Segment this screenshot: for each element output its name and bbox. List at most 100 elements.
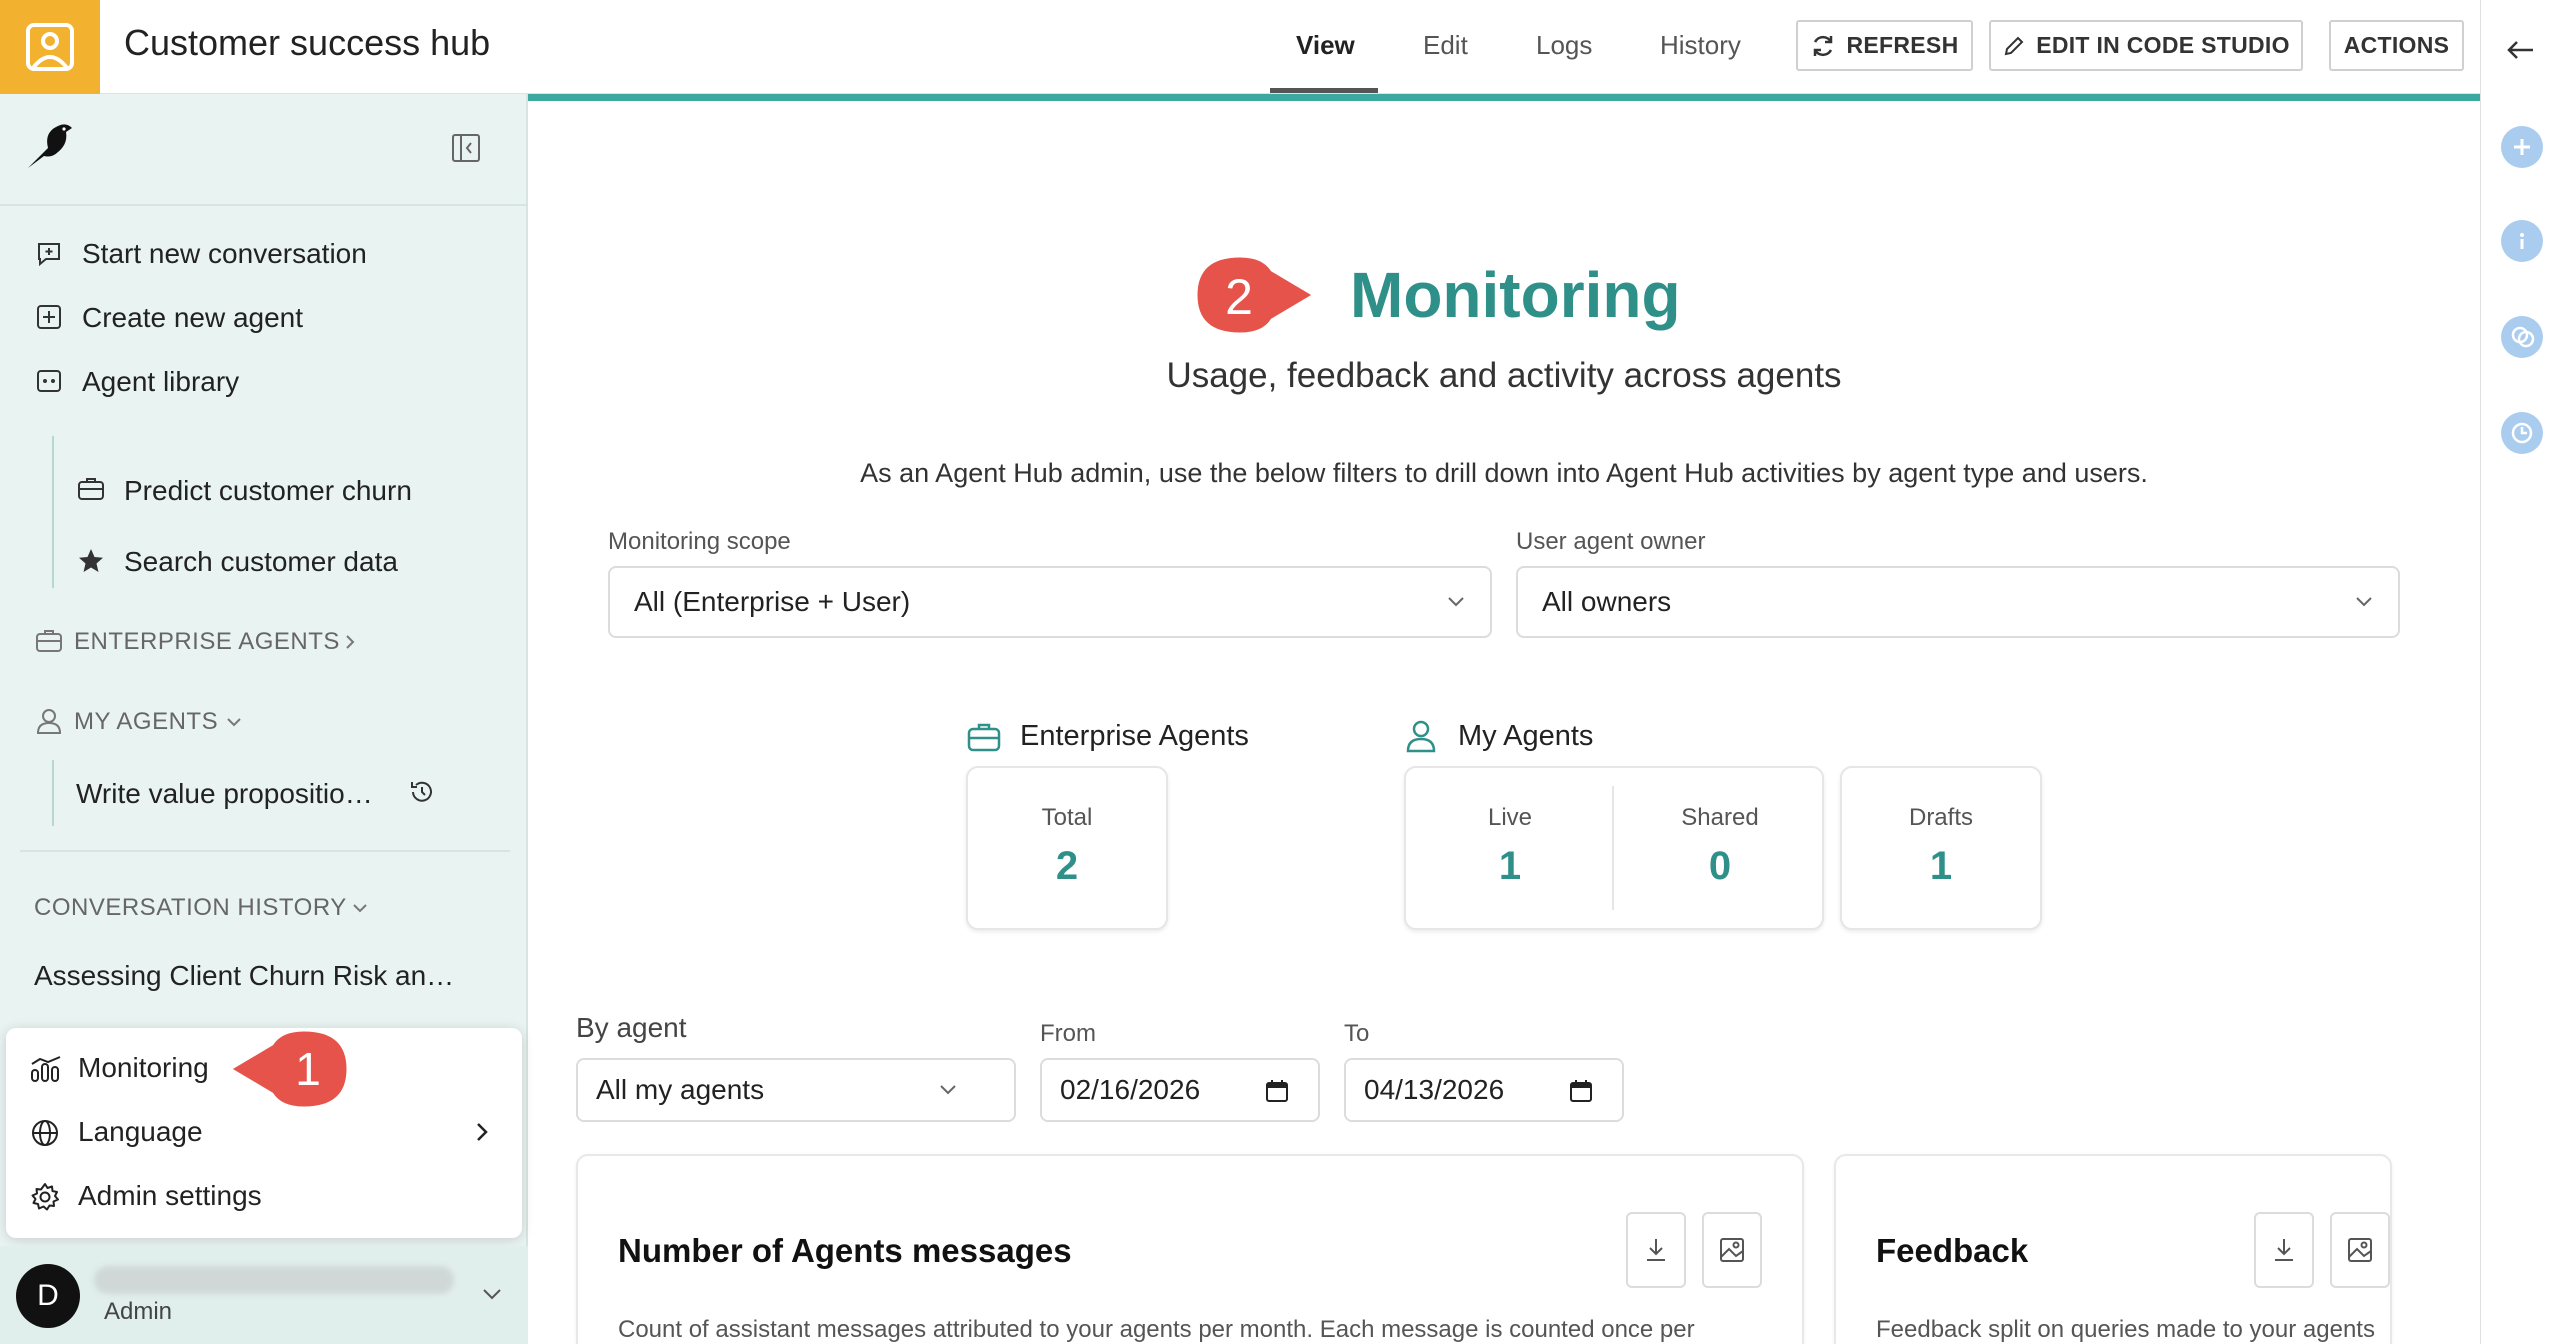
actions-label: ACTIONS bbox=[2343, 32, 2450, 58]
tree-line bbox=[52, 760, 54, 826]
download-button[interactable] bbox=[1626, 1212, 1686, 1288]
callout-number-1: 1 bbox=[295, 1043, 321, 1095]
enterprise-briefcase-icon bbox=[34, 626, 64, 656]
gear-icon bbox=[30, 1182, 60, 1217]
monitoring-scope-label: Monitoring scope bbox=[608, 528, 791, 555]
my-agents-section[interactable]: MY AGENTS bbox=[74, 708, 218, 736]
chat-icon[interactable] bbox=[2501, 316, 2543, 358]
tab-edit[interactable]: Edit bbox=[1423, 30, 1468, 61]
chevron-right-icon[interactable] bbox=[470, 1120, 494, 1149]
star-icon bbox=[76, 546, 106, 576]
by-agent-select[interactable]: All my agents bbox=[576, 1058, 1016, 1122]
agents-messages-panel: Number of Agents messages Count of assis… bbox=[576, 1154, 1804, 1344]
download-button[interactable] bbox=[2254, 1212, 2314, 1288]
panel-title: Feedback bbox=[1876, 1232, 2029, 1269]
stat-value: 1 bbox=[1498, 844, 1522, 888]
stat-label: Drafts bbox=[1908, 804, 1973, 831]
back-arrow-icon[interactable] bbox=[2503, 32, 2539, 73]
to-date-label: To bbox=[1344, 1020, 1370, 1047]
add-icon[interactable] bbox=[2501, 126, 2543, 168]
chevron-down-icon[interactable] bbox=[480, 1282, 504, 1311]
enterprise-briefcase-icon bbox=[966, 720, 1002, 759]
chevron-down-icon bbox=[1448, 597, 1464, 607]
pinned-agent-predict-churn[interactable]: Predict customer churn bbox=[124, 475, 412, 507]
monitoring-scope-select[interactable]: All (Enterprise + User) bbox=[608, 566, 1492, 638]
chevron-down-icon[interactable] bbox=[350, 898, 370, 923]
stat-shared: Shared 0 bbox=[1616, 768, 1824, 928]
accent-bar bbox=[528, 94, 2480, 101]
edit-in-code-studio-button[interactable]: EDIT IN CODE STUDIO bbox=[1989, 20, 2303, 71]
stat-card-live-shared: Live 1 Shared 0 bbox=[1404, 766, 1824, 930]
bird-logo-icon bbox=[24, 118, 78, 177]
stat-live: Live 1 bbox=[1406, 768, 1614, 928]
create-new-agent-link[interactable]: Create new agent bbox=[82, 302, 303, 334]
calendar-icon[interactable] bbox=[1568, 1078, 1594, 1104]
chevron-down-icon bbox=[2356, 597, 2372, 607]
app-logo-icon[interactable] bbox=[0, 0, 100, 94]
chevron-right-icon[interactable] bbox=[340, 632, 360, 657]
feedback-panel: Feedback Feedback split on queries made … bbox=[1834, 1154, 2392, 1344]
conversation-history-section[interactable]: CONVERSATION HISTORY bbox=[34, 894, 347, 922]
stat-card-drafts: Drafts 1 bbox=[1840, 766, 2042, 930]
start-new-conversation-link[interactable]: Start new conversation bbox=[82, 238, 367, 270]
active-tab-indicator bbox=[1270, 88, 1378, 93]
stat-value: 1 bbox=[1929, 844, 1953, 888]
stat-value: 2 bbox=[1055, 844, 1079, 888]
app-title: Customer success hub bbox=[124, 22, 491, 63]
from-date-value: 02/16/2026 bbox=[1060, 1074, 1201, 1105]
image-icon bbox=[1720, 1238, 1744, 1262]
monitoring-icon bbox=[30, 1056, 62, 1089]
refresh-label: REFRESH bbox=[1846, 32, 1959, 58]
panel-description: Count of assistant messages attributed t… bbox=[618, 1316, 1695, 1343]
globe-icon bbox=[30, 1118, 60, 1153]
chevron-down-icon[interactable] bbox=[224, 712, 244, 737]
tab-history[interactable]: History bbox=[1660, 30, 1741, 61]
menu-item-monitoring[interactable]: Monitoring bbox=[78, 1052, 209, 1084]
refresh-icon bbox=[1814, 35, 1833, 56]
stat-label: Live bbox=[1487, 804, 1533, 831]
from-date-label: From bbox=[1040, 1020, 1096, 1047]
user-role: Admin bbox=[104, 1298, 173, 1325]
from-date-input[interactable]: 02/16/2026 bbox=[1040, 1058, 1320, 1122]
menu-item-admin-settings[interactable]: Admin settings bbox=[78, 1180, 262, 1212]
redacted-username bbox=[94, 1266, 454, 1294]
user-agent-owner-select[interactable]: All owners bbox=[1516, 566, 2400, 638]
callout-number-2: 2 bbox=[1225, 269, 1253, 325]
page-title: Monitoring bbox=[1350, 259, 1681, 331]
user-agent-owner-value: All owners bbox=[1542, 586, 1672, 617]
user-icon bbox=[1404, 718, 1438, 759]
to-date-input[interactable]: 04/13/2026 bbox=[1344, 1058, 1624, 1122]
by-agent-value: All my agents bbox=[596, 1074, 765, 1105]
tab-view[interactable]: View bbox=[1296, 30, 1355, 61]
export-image-button[interactable] bbox=[1702, 1212, 1762, 1288]
briefcase-icon bbox=[76, 474, 106, 504]
user-agent-owner-label: User agent owner bbox=[1516, 528, 1706, 555]
sidebar-header bbox=[0, 94, 528, 206]
enterprise-agents-section[interactable]: ENTERPRISE AGENTS bbox=[74, 628, 340, 656]
info-icon[interactable] bbox=[2501, 220, 2543, 262]
user-icon bbox=[34, 706, 64, 736]
avatar[interactable]: D bbox=[16, 1264, 80, 1328]
right-rail bbox=[2480, 0, 2560, 1344]
create-agent-icon bbox=[34, 302, 64, 332]
my-agent-item[interactable]: Write value propositio… bbox=[76, 778, 373, 810]
history-icon[interactable] bbox=[408, 778, 436, 811]
by-agent-label: By agent bbox=[576, 1012, 687, 1043]
collapse-sidebar-icon[interactable] bbox=[450, 132, 482, 169]
actions-button[interactable]: ACTIONS bbox=[2329, 20, 2464, 71]
tab-logs[interactable]: Logs bbox=[1536, 30, 1592, 61]
tree-line bbox=[52, 436, 54, 588]
clock-icon[interactable] bbox=[2501, 412, 2543, 454]
export-image-button[interactable] bbox=[2330, 1212, 2390, 1288]
chevron-down-icon bbox=[940, 1085, 956, 1095]
pinned-agent-search-data[interactable]: Search customer data bbox=[124, 546, 398, 578]
edit-in-code-studio-label: EDIT IN CODE STUDIO bbox=[2036, 32, 2290, 58]
conversation-item[interactable]: Assessing Client Churn Risk an… bbox=[34, 960, 454, 992]
my-agents-heading: My Agents bbox=[1458, 720, 1594, 752]
calendar-icon[interactable] bbox=[1264, 1078, 1290, 1104]
panel-description: Feedback split on queries made to your a… bbox=[1876, 1316, 2375, 1343]
image-icon bbox=[2348, 1238, 2372, 1262]
refresh-button[interactable]: REFRESH bbox=[1796, 20, 1973, 71]
divider bbox=[20, 850, 510, 852]
menu-item-language[interactable]: Language bbox=[78, 1116, 203, 1148]
